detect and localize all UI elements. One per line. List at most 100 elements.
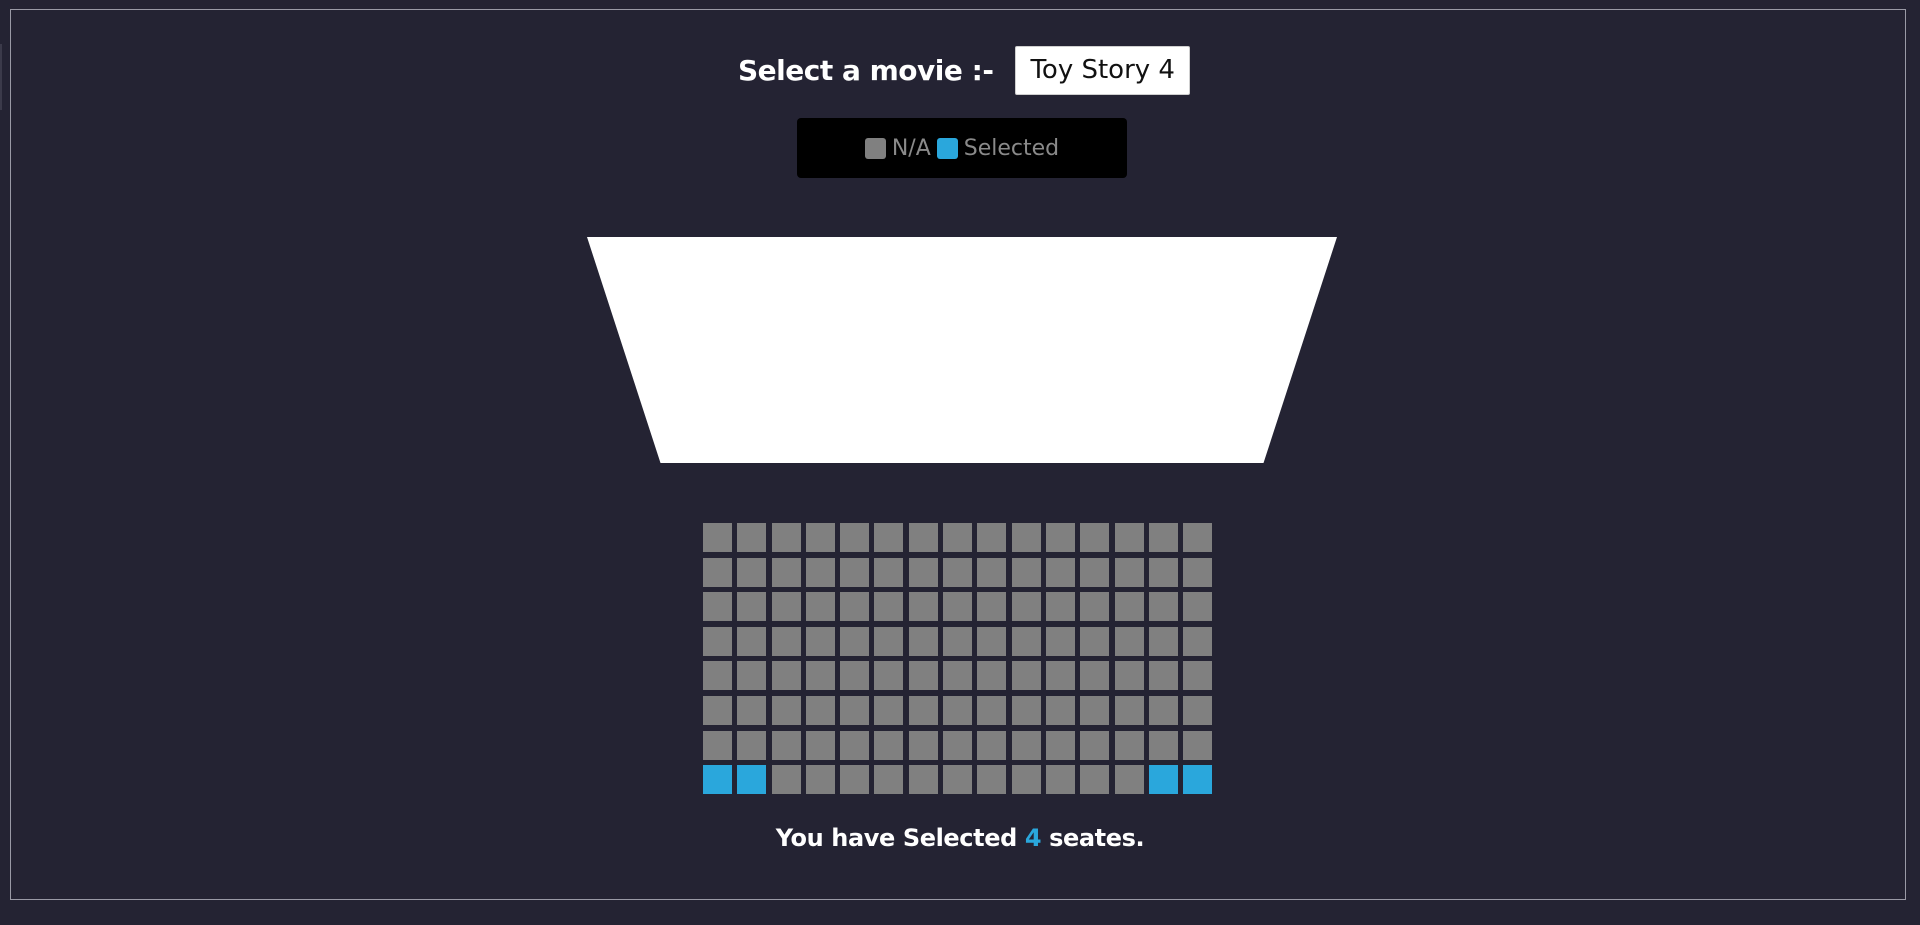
seat[interactable] [977,592,1007,622]
seat[interactable] [1114,730,1144,760]
seat[interactable] [840,765,870,795]
seat[interactable] [840,695,870,725]
seat[interactable] [1148,557,1178,587]
seat[interactable] [1011,523,1041,552]
seat[interactable] [1114,695,1144,725]
movie-select-dropdown[interactable]: Toy Story 4 [1015,45,1190,95]
seat[interactable] [908,523,938,552]
seat[interactable] [1080,661,1110,691]
seat[interactable] [1183,730,1213,760]
seat[interactable] [1148,592,1178,622]
seat[interactable] [805,730,835,760]
seat[interactable] [1183,695,1213,725]
seat[interactable] [874,592,904,622]
seat[interactable] [840,626,870,656]
seat[interactable] [1183,592,1213,622]
seat[interactable] [805,695,835,725]
seat[interactable] [977,730,1007,760]
seat[interactable] [840,661,870,691]
seat[interactable] [1011,730,1041,760]
seat[interactable] [874,626,904,656]
seat[interactable] [1080,626,1110,656]
seat[interactable] [1011,626,1041,656]
seat[interactable] [874,695,904,725]
seat[interactable] [977,695,1007,725]
seat[interactable] [771,523,801,552]
seat[interactable] [771,695,801,725]
seat[interactable] [1080,730,1110,760]
seat[interactable] [908,765,938,795]
seat[interactable] [737,523,767,552]
seat[interactable] [1080,592,1110,622]
seat[interactable] [840,557,870,587]
seat[interactable] [943,765,973,795]
seat[interactable] [703,592,732,622]
seat[interactable] [943,695,973,725]
seat[interactable] [1183,523,1213,552]
seat[interactable] [874,661,904,691]
seat[interactable] [1114,626,1144,656]
seat[interactable] [1011,661,1041,691]
seat[interactable] [771,592,801,622]
seat[interactable] [1148,661,1178,691]
seat[interactable] [771,730,801,760]
seat[interactable] [908,557,938,587]
seat[interactable] [703,730,732,760]
seat[interactable] [977,557,1007,587]
seat[interactable] [1011,695,1041,725]
seat[interactable] [943,661,973,691]
seat[interactable] [1183,626,1213,656]
seat[interactable] [943,730,973,760]
seat[interactable] [1080,557,1110,587]
seat-selected[interactable] [1148,765,1178,795]
seat[interactable] [874,557,904,587]
seat[interactable] [908,695,938,725]
seat[interactable] [908,626,938,656]
seat-selected[interactable] [737,765,767,795]
seat[interactable] [943,557,973,587]
seat[interactable] [1011,557,1041,587]
seat[interactable] [1183,661,1213,691]
seat[interactable] [1114,557,1144,587]
seat[interactable] [908,661,938,691]
seat[interactable] [840,730,870,760]
seat[interactable] [977,626,1007,656]
seat[interactable] [1148,730,1178,760]
seat[interactable] [737,557,767,587]
seat[interactable] [805,661,835,691]
seat[interactable] [703,626,732,656]
seat[interactable] [703,661,732,691]
seat[interactable] [1045,626,1075,656]
seat[interactable] [703,557,732,587]
seat[interactable] [908,730,938,760]
seat[interactable] [1148,695,1178,725]
seat[interactable] [805,765,835,795]
seat[interactable] [908,592,938,622]
seat[interactable] [703,523,732,552]
seat[interactable] [943,626,973,656]
seat[interactable] [1011,592,1041,622]
seat[interactable] [943,592,973,622]
seat[interactable] [1045,557,1075,587]
seat[interactable] [977,765,1007,795]
seat[interactable] [805,592,835,622]
seat[interactable] [771,661,801,691]
seat[interactable] [771,626,801,656]
seat[interactable] [1045,730,1075,760]
seat[interactable] [771,765,801,795]
seat[interactable] [1045,695,1075,725]
seat[interactable] [703,695,732,725]
seat[interactable] [977,661,1007,691]
seat[interactable] [943,523,973,552]
seat[interactable] [1080,765,1110,795]
seat[interactable] [771,557,801,587]
seat-selected[interactable] [1183,765,1213,795]
seat[interactable] [737,592,767,622]
seat[interactable] [1045,523,1075,552]
seat[interactable] [1148,523,1178,552]
seat[interactable] [805,626,835,656]
seat[interactable] [1011,765,1041,795]
seat[interactable] [1148,626,1178,656]
seat[interactable] [840,592,870,622]
seat[interactable] [1045,765,1075,795]
